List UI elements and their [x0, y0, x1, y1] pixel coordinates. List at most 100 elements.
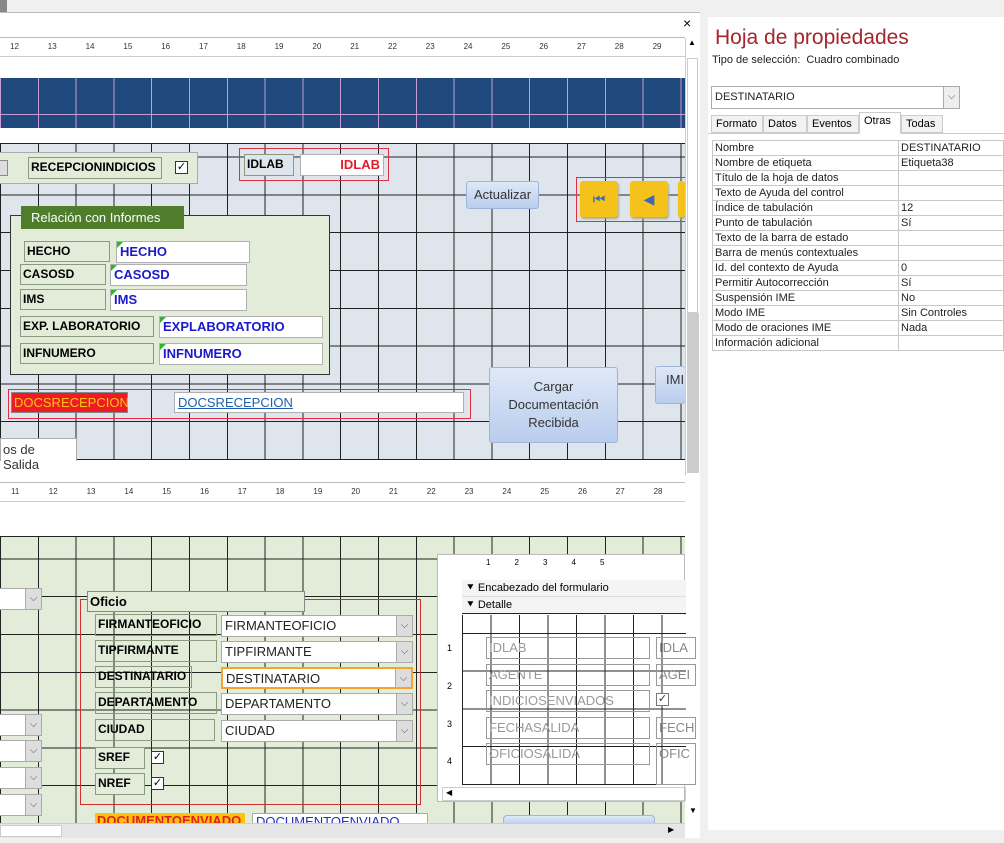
property-row[interactable]: Barra de menús contextuales: [712, 245, 1004, 261]
selection-type-label: Tipo de selección:: [712, 54, 801, 66]
chevron-down-icon[interactable]: ⌵: [25, 768, 41, 788]
scroll-right-icon[interactable]: ▶: [668, 825, 674, 834]
oficio-combo[interactable]: DEPARTAMENTO ⌵: [221, 693, 413, 715]
docs-field[interactable]: DOCSRECEPCION: [174, 392, 464, 413]
property-value[interactable]: Nada: [898, 320, 1004, 336]
chevron-down-icon[interactable]: ⌵: [25, 589, 41, 609]
chevron-down-icon[interactable]: ⌵: [25, 795, 41, 815]
checkbox-partial[interactable]: [0, 160, 8, 176]
property-name: Modo de oraciones IME: [712, 320, 899, 336]
vertical-scrollbar[interactable]: ▲: [685, 38, 700, 475]
property-value[interactable]: 0: [898, 260, 1004, 276]
relacion-field[interactable]: EXPLABORATORIO: [159, 316, 323, 338]
selection-type-value: Cuadro combinado: [806, 54, 900, 66]
selection-handle[interactable]: [0, 0, 7, 7]
property-tab-todas[interactable]: Todas: [901, 115, 943, 133]
subform-label: IDLAB: [486, 637, 650, 659]
subform-field[interactable]: AGEI: [656, 663, 696, 686]
relacion-field[interactable]: INFNUMERO: [159, 343, 323, 365]
chevron-down-icon[interactable]: ⌵: [396, 642, 412, 662]
property-value[interactable]: [898, 335, 1004, 351]
subform-hscroll[interactable]: ◀: [442, 787, 686, 801]
property-row[interactable]: Texto de la barra de estado: [712, 230, 1004, 246]
hscroll-thumb[interactable]: [0, 825, 62, 837]
property-value[interactable]: [898, 170, 1004, 186]
property-value[interactable]: Etiqueta38: [898, 155, 1004, 171]
scroll-down-icon[interactable]: ▼: [686, 806, 700, 820]
subform-checkbox[interactable]: ✓: [656, 693, 669, 706]
property-value[interactable]: [898, 185, 1004, 201]
property-tab-formato[interactable]: Formato: [711, 115, 763, 133]
ruler-tick: 3: [447, 718, 453, 729]
property-row[interactable]: Índice de tabulación 12: [712, 200, 1004, 216]
oficio-combo[interactable]: CIUDAD ⌵: [221, 720, 413, 742]
property-value[interactable]: Sí: [898, 215, 1004, 231]
idlab-field[interactable]: IDLAB: [300, 154, 384, 176]
oficio-combo[interactable]: FIRMANTEOFICIO ⌵: [221, 615, 413, 637]
nref-checkbox[interactable]: ✓: [151, 777, 164, 790]
property-value[interactable]: No: [898, 290, 1004, 306]
property-tab-otras[interactable]: Otras: [859, 112, 901, 134]
left-combo-5[interactable]: ⌵: [0, 794, 42, 816]
imp-button[interactable]: IMI: [655, 366, 685, 404]
previous-record-icon[interactable]: ◀: [630, 181, 668, 217]
property-row[interactable]: Modo de oraciones IME Nada: [712, 320, 1004, 336]
property-row[interactable]: Modo IME Sin Controles: [712, 305, 1004, 321]
object-selector[interactable]: DESTINATARIO ⌵: [711, 86, 960, 109]
property-row[interactable]: Título de la hoja de datos: [712, 170, 1004, 186]
property-row[interactable]: Información adicional: [712, 335, 1004, 351]
property-tab-eventos[interactable]: Eventos: [807, 115, 859, 133]
property-row[interactable]: Texto de Ayuda del control: [712, 185, 1004, 201]
property-row[interactable]: Nombre DESTINATARIO: [712, 140, 1004, 156]
property-row[interactable]: Nombre de etiqueta Etiqueta38: [712, 155, 1004, 171]
subform-field[interactable]: FECH: [656, 716, 696, 739]
scroll-up-icon[interactable]: ▲: [688, 38, 696, 47]
property-row[interactable]: Punto de tabulación Sí: [712, 215, 1004, 231]
relacion-field[interactable]: IMS: [110, 289, 247, 311]
property-value[interactable]: [898, 230, 1004, 246]
left-combo-4[interactable]: ⌵: [0, 767, 42, 789]
property-row[interactable]: Permitir Autocorrección Sí: [712, 275, 1004, 291]
close-icon[interactable]: ×: [683, 15, 691, 31]
chevron-down-icon[interactable]: ⌵: [396, 694, 412, 714]
property-row[interactable]: Suspensión IME No: [712, 290, 1004, 306]
property-name: Información adicional: [712, 335, 899, 351]
actualizar-button[interactable]: Actualizar: [466, 181, 539, 209]
first-record-icon[interactable]: ⏮: [580, 181, 618, 217]
cargar-button[interactable]: Cargar Documentación Recibida: [489, 367, 618, 443]
bottom-scrollbar[interactable]: ▶: [0, 823, 685, 838]
subform-field[interactable]: OFIC: [656, 743, 696, 785]
ruler-tick: 17: [199, 42, 208, 51]
oficio-combo[interactable]: TIPFIRMANTE ⌵: [221, 641, 413, 663]
chevron-down-icon[interactable]: ⌵: [396, 721, 412, 741]
next-record-icon[interactable]: [678, 181, 685, 217]
property-row[interactable]: Id. del contexto de Ayuda 0: [712, 260, 1004, 276]
property-value[interactable]: [898, 245, 1004, 261]
relacion-field[interactable]: HECHO: [116, 241, 250, 263]
recepcion-checkbox[interactable]: ✓: [175, 161, 188, 174]
property-value[interactable]: DESTINATARIO: [898, 140, 1004, 156]
scroll-thumb[interactable]: [687, 58, 698, 313]
relacion-field[interactable]: CASOSD: [110, 264, 247, 286]
subform-header-section[interactable]: ⯆ Encabezado del formulario: [462, 580, 686, 597]
property-tab-datos[interactable]: Datos: [763, 115, 807, 133]
chevron-down-icon[interactable]: ⌵: [25, 741, 41, 761]
left-combo-1[interactable]: ⌵: [0, 588, 42, 610]
chevron-down-icon[interactable]: ⌵: [943, 87, 959, 108]
chevron-down-icon[interactable]: ⌵: [396, 616, 412, 636]
property-value[interactable]: 12: [898, 200, 1004, 216]
subform-field[interactable]: IDLA: [656, 637, 696, 659]
left-combo-2[interactable]: ⌵: [0, 714, 42, 736]
tab-salida[interactable]: os de Salida: [0, 438, 77, 472]
sref-checkbox[interactable]: ✓: [151, 751, 164, 764]
chevron-down-icon[interactable]: ⌵: [395, 669, 411, 687]
subform-detail-section[interactable]: ⯆ Detalle: [462, 597, 686, 614]
left-combo-3[interactable]: ⌵: [0, 740, 42, 762]
property-value[interactable]: Sí: [898, 275, 1004, 291]
property-value[interactable]: Sin Controles: [898, 305, 1004, 321]
oficio-combo[interactable]: DESTINATARIO ⌵: [221, 667, 413, 689]
ruler-tick: 1: [486, 558, 491, 567]
ruler-tick: 14: [85, 42, 95, 51]
docs-label: DOCSRECEPCION: [11, 392, 129, 413]
chevron-down-icon[interactable]: ⌵: [25, 715, 41, 735]
